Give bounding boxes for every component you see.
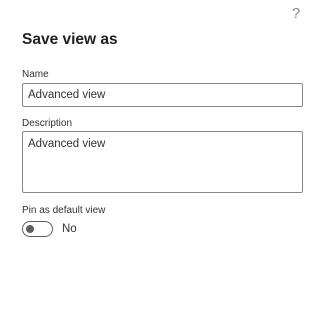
toggle-knob <box>26 225 34 233</box>
dialog-title: Save view as <box>22 31 118 48</box>
description-textarea[interactable]: Advanced view <box>22 131 303 193</box>
save-view-dialog: ? Save view as Name Description Advanced… <box>0 0 315 320</box>
name-input[interactable] <box>22 83 303 107</box>
help-icon[interactable]: ? <box>289 6 303 22</box>
name-label: Name <box>22 69 49 80</box>
description-label: Description <box>22 118 73 129</box>
pin-default-label: Pin as default view <box>22 205 106 216</box>
pin-default-state-text: No <box>62 223 77 235</box>
pin-default-toggle[interactable] <box>22 221 53 237</box>
